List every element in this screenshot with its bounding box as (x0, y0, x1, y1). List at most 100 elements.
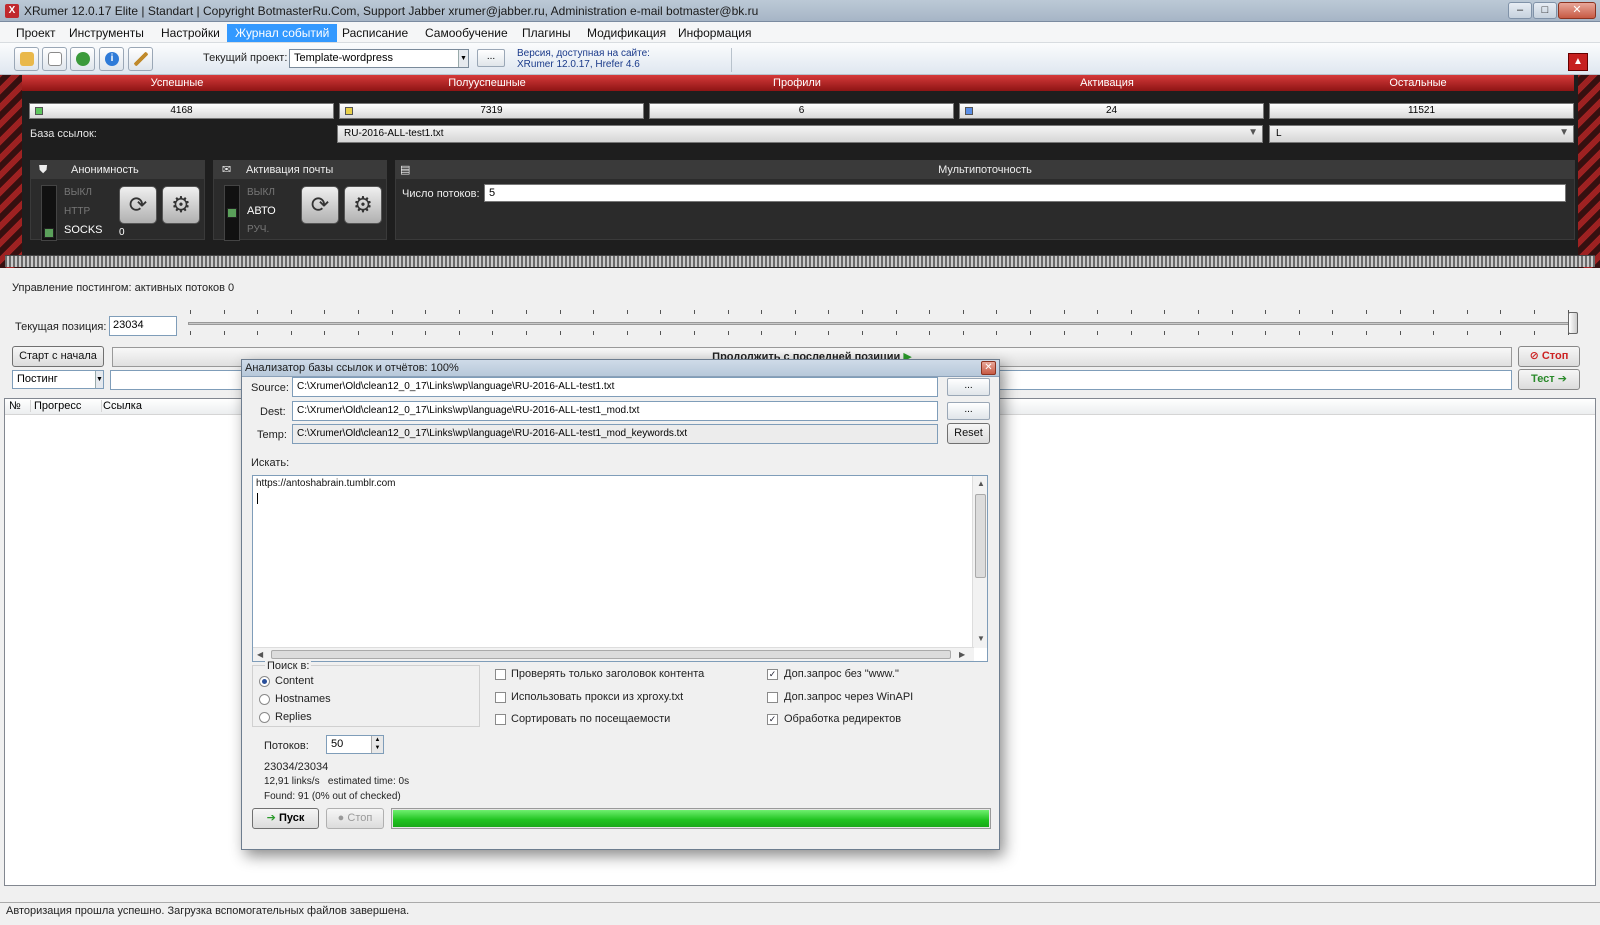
posting-mode-select[interactable]: Постинг ▼ (12, 370, 104, 389)
search-textarea[interactable]: https://antoshabrain.tumblr.com ▲ ▼ ◀ ▶ (252, 475, 988, 662)
scroll-left-icon[interactable]: ◀ (257, 650, 263, 659)
radio-replies-label[interactable]: Replies (275, 711, 312, 723)
stat-activation[interactable]: 24 (959, 103, 1264, 119)
menu-bar: Проект Инструменты Настройки Журнал собы… (0, 22, 1600, 43)
dest-path-input[interactable]: C:\Xrumer\Old\clean12_0_17\Links\wp\lang… (292, 401, 938, 421)
radio-content-label[interactable]: Content (275, 675, 314, 687)
radio-content[interactable] (259, 676, 270, 687)
position-slider-track[interactable] (188, 322, 1575, 325)
anonymity-settings-button[interactable]: ⚙ (162, 186, 200, 224)
link-base-select[interactable]: RU-2016-ALL-test1.txt ▼ (337, 125, 1263, 143)
scroll-up-icon[interactable]: ▲ (977, 479, 985, 488)
slider-tick (996, 331, 998, 335)
slider-tick (492, 331, 494, 335)
reset-button[interactable]: Reset (947, 423, 990, 444)
stat-profiles[interactable]: 6 (649, 103, 954, 119)
mail-option-auto[interactable]: АВТО (247, 205, 276, 217)
checkbox-redirects-label[interactable]: Обработка редиректов (784, 713, 901, 725)
radio-hostnames[interactable] (259, 694, 270, 705)
slider-tick (526, 310, 527, 314)
checkbox-header-only-label[interactable]: Проверять только заголовок контента (511, 668, 704, 680)
column-number[interactable]: № (9, 400, 31, 412)
menu-project[interactable]: Проект (10, 25, 62, 41)
temp-path-input[interactable]: C:\Xrumer\Old\clean12_0_17\Links\wp\lang… (292, 424, 938, 444)
anonymity-option-http[interactable]: HTTP (64, 206, 90, 217)
close-button[interactable]: ✕ (1558, 2, 1596, 19)
close-icon[interactable]: ✕ (981, 361, 996, 375)
horizontal-scroll-thumb[interactable] (271, 650, 951, 659)
source-path-input[interactable]: C:\Xrumer\Old\clean12_0_17\Links\wp\lang… (292, 377, 938, 397)
column-progress[interactable]: Прогресс (34, 400, 102, 412)
anonymity-option-socks[interactable]: SOCKS (64, 224, 103, 236)
menu-settings[interactable]: Настройки (155, 25, 226, 41)
mail-option-manual[interactable]: РУЧ. (247, 224, 269, 235)
minimize-button[interactable]: – (1508, 2, 1532, 19)
mail-settings-button[interactable]: ⚙ (344, 186, 382, 224)
checkbox-no-www[interactable]: ✓ (767, 669, 778, 680)
test-button[interactable]: Тест ➔ (1518, 369, 1580, 390)
menu-information[interactable]: Информация (672, 25, 757, 41)
stop-analysis-button[interactable]: ● Стоп (326, 808, 384, 829)
chevron-down-icon: ▼ (95, 371, 103, 388)
dest-browse-button[interactable]: ... (947, 402, 990, 420)
position-slider-thumb[interactable] (1568, 312, 1578, 334)
current-position-input[interactable]: 23034 (109, 316, 177, 336)
alert-icon[interactable]: ▲ (1568, 53, 1588, 71)
slider-tick (1265, 310, 1267, 314)
source-browse-button[interactable]: ... (947, 378, 990, 396)
mail-option-off[interactable]: ВЫКЛ (247, 187, 275, 198)
vertical-scroll-thumb[interactable] (975, 494, 986, 578)
menu-plugins[interactable]: Плагины (516, 25, 577, 41)
stop-button[interactable]: ⊘ Стоп (1518, 346, 1580, 367)
horizontal-scrollbar[interactable]: ◀ ▶ (253, 647, 974, 661)
vertical-scrollbar[interactable]: ▲ ▼ (972, 476, 987, 648)
scroll-down-icon[interactable]: ▼ (977, 634, 985, 643)
radio-replies[interactable] (259, 712, 270, 723)
wand-icon[interactable] (128, 47, 153, 71)
checkbox-header-only[interactable] (495, 669, 506, 680)
checkbox-winapi[interactable] (767, 692, 778, 703)
checkbox-sort-traffic[interactable] (495, 714, 506, 725)
menu-modification[interactable]: Модификация (581, 25, 672, 41)
open-folder-icon[interactable] (14, 47, 39, 71)
menu-schedule[interactable]: Расписание (336, 25, 414, 41)
threads-count-input[interactable]: 5 (484, 184, 1566, 202)
stat-other[interactable]: 11521 (1269, 103, 1574, 119)
chevron-down-icon: ▼ (1248, 127, 1258, 138)
checkbox-winapi-label[interactable]: Доп.запрос через WinAPI (784, 691, 913, 703)
edit-icon[interactable] (42, 47, 67, 71)
project-browse-button[interactable]: ... (477, 49, 505, 67)
status-bar: Авторизация прошла успешно. Загрузка всп… (0, 902, 1600, 922)
checkbox-use-proxy-label[interactable]: Использовать прокси из xproxy.txt (511, 691, 683, 703)
start-from-beginning-button[interactable]: Старт с начала (12, 346, 104, 367)
checkbox-sort-traffic-label[interactable]: Сортировать по посещаемости (511, 713, 670, 725)
menu-self-learning[interactable]: Самообучение (419, 25, 514, 41)
menu-tools[interactable]: Инструменты (63, 25, 150, 41)
info-icon[interactable]: i (99, 47, 124, 71)
current-project-select[interactable]: Template-wordpress ▼ (289, 49, 469, 68)
scroll-right-icon[interactable]: ▶ (959, 650, 965, 659)
refresh-icon[interactable] (70, 47, 95, 71)
mail-refresh-button[interactable]: ⟳ (301, 186, 339, 224)
dialog-threads-spinner[interactable]: 50 ▲ ▼ (326, 735, 384, 754)
menu-event-log[interactable]: Журнал событий (227, 24, 338, 42)
checkbox-redirects[interactable]: ✓ (767, 714, 778, 725)
slider-tick (1231, 310, 1233, 314)
arrow-right-icon: ➔ (1554, 373, 1567, 385)
start-analysis-button[interactable]: ➔ Пуск (252, 808, 319, 829)
anonymity-refresh-button[interactable]: ⟳ (119, 186, 157, 224)
radio-hostnames-label[interactable]: Hostnames (275, 693, 331, 705)
spin-arrows-icon[interactable]: ▲ ▼ (371, 736, 383, 753)
anonymity-switch[interactable] (41, 185, 57, 241)
maximize-button[interactable]: □ (1533, 2, 1557, 19)
status-led-icon (965, 107, 973, 115)
anonymity-option-off[interactable]: ВЫКЛ (64, 187, 92, 198)
stat-partial[interactable]: 7319 (339, 103, 644, 119)
mail-activation-switch[interactable] (224, 185, 240, 241)
checkbox-no-www-label[interactable]: Доп.запрос без "www." (784, 668, 899, 680)
dest-label: Dest: (260, 406, 286, 418)
stat-success[interactable]: 4168 (29, 103, 334, 119)
slider-tick (1332, 331, 1334, 335)
checkbox-use-proxy[interactable] (495, 692, 506, 703)
link-base-secondary-select[interactable]: L ▼ (1269, 125, 1574, 143)
